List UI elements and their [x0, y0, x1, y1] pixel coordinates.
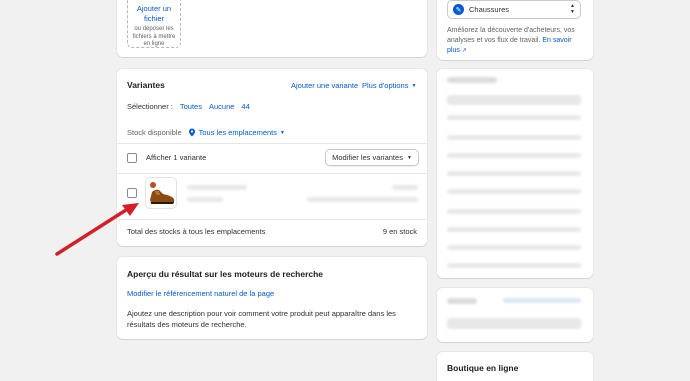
variant-checkbox[interactable]: [127, 188, 137, 198]
redacted-field: [447, 95, 581, 105]
variant-sku-redacted: [187, 197, 223, 202]
category-help: Améliorez la découverte d'acheteurs, vos…: [447, 26, 585, 56]
redacted-link: [503, 298, 581, 303]
redacted-row: [447, 263, 581, 268]
redacted-row: [447, 153, 581, 158]
variants-title: Variantes: [127, 80, 165, 90]
online-store-card: Boutique en ligne: [437, 352, 593, 381]
total-stock-label: Total des stocks à tous les emplacements: [127, 227, 266, 236]
chevron-down-icon: ▼: [411, 82, 417, 89]
variants-card: Variantes Ajouter une variante Plus d'op…: [117, 69, 427, 246]
media-card: Ajouter un fichier ou déposer les fichie…: [117, 0, 427, 57]
redacted-row: [447, 171, 581, 176]
category-value: Chaussures: [469, 5, 510, 14]
organization-card: [437, 69, 593, 278]
redacted-row: [447, 115, 581, 120]
seo-description: Ajoutez une description pour voir commen…: [127, 309, 396, 329]
variant-row[interactable]: [117, 173, 427, 213]
variant-thumbnail[interactable]: [145, 177, 177, 209]
chevron-down-icon: ▼: [406, 154, 412, 161]
location-filter-label: Tous les emplacements: [198, 128, 277, 137]
file-dropzone[interactable]: Ajouter un fichier ou déposer les fichie…: [127, 0, 181, 48]
redacted-heading: [447, 298, 477, 304]
select-all-checkbox[interactable]: [127, 153, 137, 163]
theme-template-card: [437, 288, 593, 342]
seo-card: Aperçu du résultat sur les moteurs de re…: [117, 257, 427, 339]
divider: [117, 219, 427, 220]
select-44-link[interactable]: 44: [241, 102, 249, 111]
select-all-link[interactable]: Toutes: [180, 102, 202, 111]
stock-row: Stock disponible Tous les emplacements ▼: [127, 128, 285, 137]
variant-title-redacted: [187, 185, 247, 190]
add-file-link[interactable]: Ajouter un fichier: [128, 4, 180, 24]
divider: [117, 143, 427, 144]
chevron-down-icon: ▼: [280, 129, 285, 136]
select-none-link[interactable]: Aucune: [209, 102, 234, 111]
redacted-row: [447, 189, 581, 194]
redacted-row: [447, 209, 581, 214]
online-store-title: Boutique en ligne: [447, 363, 519, 373]
seo-title: Aperçu du résultat sur les moteurs de re…: [127, 269, 324, 279]
variant-price-redacted: [392, 185, 418, 190]
category-icon: ✎: [453, 4, 464, 15]
redacted-row: [447, 227, 581, 232]
edit-variants-button[interactable]: Modifier les variantes ▼: [325, 149, 419, 166]
redacted-row: [447, 245, 581, 250]
edit-variants-label: Modifier les variantes: [332, 153, 403, 162]
category-card: ✎ Chaussures ▲ ▼ Améliorez la découverte …: [437, 0, 593, 60]
total-stock-value: 9 en stock: [382, 227, 417, 236]
redacted-heading: [447, 77, 497, 83]
add-variant-link[interactable]: Ajouter une variante: [291, 81, 358, 90]
redacted-field: [447, 318, 581, 329]
external-link-icon: ↗: [461, 48, 467, 54]
more-options-dropdown[interactable]: Plus d'options ▼: [362, 81, 416, 90]
chevron-updown-icon: ▲ ▼: [570, 3, 575, 15]
edit-seo-link[interactable]: Modifier le référencement naturel de la …: [127, 289, 274, 298]
dropzone-hint: ou déposer les fichiers à mettre en lign…: [132, 26, 176, 47]
variant-stock-redacted: [307, 197, 418, 202]
select-label: Sélectionner :: [127, 102, 173, 111]
redacted-row: [447, 135, 581, 140]
location-pin-icon: [188, 128, 195, 137]
stock-label: Stock disponible: [127, 128, 182, 137]
more-options-label: Plus d'options: [362, 81, 409, 90]
select-row: Sélectionner : Toutes Aucune 44: [127, 102, 250, 111]
category-select[interactable]: ✎ Chaussures ▲ ▼: [447, 0, 581, 19]
shoe-image: [150, 182, 175, 204]
show-variant-label: Afficher 1 variante: [146, 153, 207, 162]
location-filter[interactable]: Tous les emplacements ▼: [188, 128, 285, 137]
